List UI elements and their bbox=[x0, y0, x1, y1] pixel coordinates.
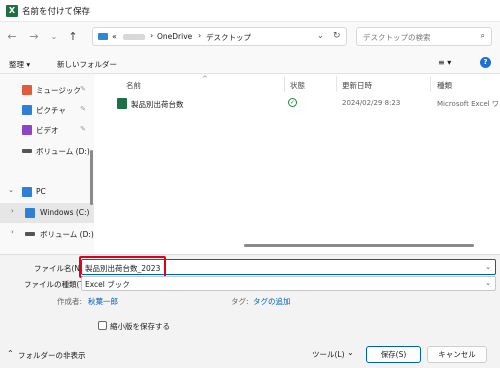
sidebar-item-pc[interactable]: ⌄ PC bbox=[0, 182, 94, 202]
filetype-select[interactable]: Excel ブック ⌄ bbox=[81, 276, 496, 291]
search-box[interactable]: デスクトップの検索 ⌕ bbox=[356, 27, 492, 46]
breadcrumb-overflow[interactable]: « bbox=[112, 32, 117, 41]
horizontal-scrollbar[interactable] bbox=[244, 244, 474, 247]
cancel-button[interactable]: キャンセル bbox=[427, 346, 487, 363]
drive-icon bbox=[25, 232, 35, 236]
excel-file-icon bbox=[117, 98, 127, 109]
tools-button[interactable]: ツール(L) bbox=[312, 349, 345, 360]
search-placeholder: デスクトップの検索 bbox=[363, 33, 431, 42]
sidebar-item-label: ビデオ bbox=[36, 126, 59, 135]
breadcrumb-onedrive[interactable]: OneDrive bbox=[157, 32, 192, 41]
blurred-user-folder[interactable] bbox=[123, 34, 145, 40]
save-button[interactable]: 保存(S) bbox=[366, 346, 421, 363]
sidebar-scrollbar[interactable] bbox=[90, 150, 93, 205]
organize-button[interactable]: 整理 ▾ bbox=[9, 59, 30, 70]
sidebar-item-volume-d[interactable]: ボリューム (D:) bbox=[0, 141, 94, 161]
pc-icon bbox=[22, 187, 32, 197]
sidebar-item-videos[interactable]: ビデオ ✎ bbox=[0, 120, 94, 140]
table-row[interactable]: 製品別出荷台数 ✓ 2024/02/29 8:23 Microsoft Exce… bbox=[114, 95, 500, 112]
filetype-value: Excel ブック bbox=[85, 280, 130, 289]
author-value[interactable]: 秋葉一郎 bbox=[88, 296, 118, 307]
column-header-modified[interactable]: 更新日時 bbox=[342, 80, 372, 91]
pin-icon: ✎ bbox=[80, 85, 86, 93]
pin-icon: ✎ bbox=[80, 125, 86, 133]
thumbnail-label[interactable]: 縮小版を保存する bbox=[110, 321, 170, 332]
back-arrow-icon[interactable]: ← bbox=[5, 30, 19, 44]
forward-arrow-icon[interactable]: → bbox=[27, 30, 41, 44]
excel-icon: X bbox=[6, 5, 18, 17]
filetype-label: ファイルの種類(T): bbox=[24, 280, 90, 289]
sidebar-item-windows-c[interactable]: › Windows (C:) bbox=[0, 203, 94, 223]
drive-icon bbox=[22, 149, 32, 153]
sidebar-item-label: ピクチャ bbox=[36, 106, 66, 115]
sidebar-item-label: ミュージック bbox=[36, 86, 81, 95]
chevron-down-icon[interactable]: ⌄ bbox=[8, 186, 14, 194]
chevron-right-icon[interactable]: › bbox=[11, 207, 14, 215]
chevron-down-icon: ⌄ bbox=[347, 348, 354, 357]
sidebar-item-label: Windows (C:) bbox=[40, 208, 90, 217]
file-list: ^ 名前 状態 更新日時 種類 製品別出荷台数 ✓ 2024/02/29 8:2… bbox=[94, 74, 500, 254]
sidebar-item-label: PC bbox=[36, 187, 46, 196]
windows-drive-icon bbox=[25, 208, 35, 218]
pictures-icon bbox=[22, 105, 32, 115]
navigation-pane: ミュージック ✎ ピクチャ ✎ ビデオ ✎ ボリューム (D:) ⌄ PC › … bbox=[0, 74, 94, 254]
filename-label: ファイル名(N): bbox=[34, 264, 86, 273]
up-arrow-icon[interactable]: ↑ bbox=[66, 30, 80, 44]
tags-label: タグ: bbox=[231, 297, 249, 306]
file-name: 製品別出荷台数 bbox=[131, 100, 184, 109]
pin-icon: ✎ bbox=[80, 105, 86, 113]
chevron-down-icon[interactable]: ⌄ bbox=[485, 279, 491, 287]
title-bar: X 名前を付けて保存 bbox=[0, 0, 500, 22]
window-title: 名前を付けて保存 bbox=[22, 7, 91, 17]
column-header-type[interactable]: 種類 bbox=[437, 80, 452, 91]
music-icon bbox=[22, 85, 32, 95]
folder-icon bbox=[98, 33, 108, 40]
sidebar-item-pictures[interactable]: ピクチャ ✎ bbox=[0, 100, 94, 120]
file-modified: 2024/02/29 8:23 bbox=[342, 99, 401, 107]
new-folder-button[interactable]: 新しいフォルダー bbox=[57, 59, 117, 70]
breadcrumb-separator: › bbox=[150, 31, 154, 40]
recent-locations-chevron-icon[interactable]: ⌄ bbox=[47, 30, 61, 44]
sidebar-item-label: ボリューム (D:) bbox=[40, 230, 94, 239]
sidebar-item-music[interactable]: ミュージック ✎ bbox=[0, 80, 94, 100]
synced-icon: ✓ bbox=[288, 98, 297, 107]
thumbnail-checkbox[interactable] bbox=[98, 321, 107, 330]
breadcrumb-desktop[interactable]: デスクトップ bbox=[206, 32, 251, 43]
footer: ⌃ フォルダーの非表示 ツール(L) ⌄ 保存(S) キャンセル bbox=[0, 343, 500, 368]
sort-up-icon: ^ bbox=[202, 75, 208, 83]
refresh-icon[interactable]: ↻ bbox=[333, 31, 341, 41]
sidebar-item-label: ボリューム (D:) bbox=[36, 147, 90, 156]
view-options-button[interactable]: ≡ ▾ bbox=[438, 58, 451, 67]
chevron-up-icon[interactable]: ⌃ bbox=[7, 349, 14, 358]
video-icon bbox=[22, 125, 32, 135]
save-form: ファイル名(N): 製品別出荷台数_2023 ⌄ ファイルの種類(T): Exc… bbox=[0, 254, 500, 368]
chevron-down-icon[interactable]: ⌄ bbox=[485, 263, 491, 271]
help-icon[interactable]: ? bbox=[480, 57, 491, 68]
address-bar[interactable]: « › OneDrive › デスクトップ ⌄ ↻ bbox=[92, 27, 347, 46]
chevron-right-icon[interactable]: › bbox=[11, 228, 14, 236]
column-header-status[interactable]: 状態 bbox=[290, 80, 305, 91]
author-label: 作成者: bbox=[57, 297, 83, 306]
file-type: Microsoft Excel ワ bbox=[437, 100, 499, 108]
address-dropdown-icon[interactable]: ⌄ bbox=[317, 31, 324, 40]
tags-value[interactable]: タグの追加 bbox=[253, 296, 291, 307]
search-icon[interactable]: ⌕ bbox=[481, 31, 485, 41]
sidebar-item-volume-d-2[interactable]: › ボリューム (D:) bbox=[0, 224, 94, 244]
command-toolbar: 整理 ▾ 新しいフォルダー ≡ ▾ ? bbox=[0, 52, 500, 74]
highlight-box bbox=[79, 256, 166, 278]
hide-folders-button[interactable]: フォルダーの非表示 bbox=[18, 350, 86, 361]
column-header-name[interactable]: 名前 bbox=[126, 80, 141, 91]
breadcrumb-separator: › bbox=[198, 31, 202, 40]
